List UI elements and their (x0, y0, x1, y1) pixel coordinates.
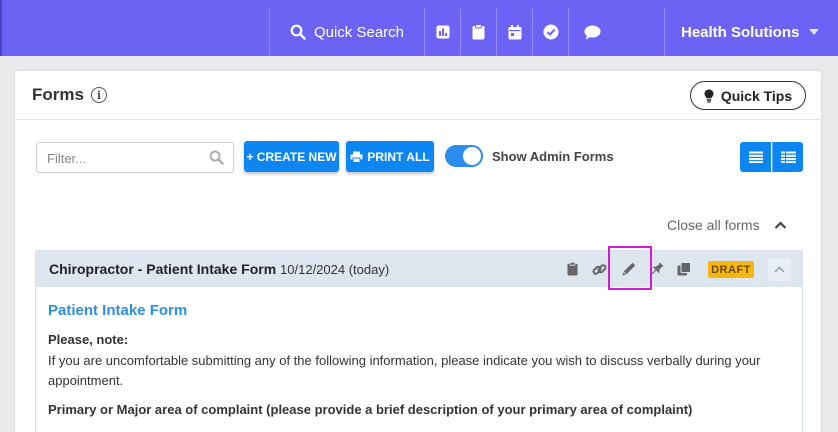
messages-nav-button[interactable] (568, 8, 616, 56)
organization-menu[interactable]: Health Solutions (664, 8, 838, 56)
list-icon (748, 151, 763, 163)
link-icon (591, 263, 607, 275)
form-date: 10/12/2024 (today) (280, 262, 390, 277)
note-label: Please, note: (48, 332, 129, 347)
printer-icon (350, 151, 363, 163)
quick-search-label: Quick Search (313, 23, 405, 41)
chevron-up-icon (774, 266, 785, 273)
list-view-button[interactable] (740, 142, 771, 172)
quick-tips-label: Quick Tips (720, 87, 793, 104)
reports-nav-button[interactable] (424, 8, 460, 56)
clipboard-icon (567, 262, 577, 276)
chevron-up-icon (774, 221, 786, 229)
card-header: Forms i Quick Tips (15, 71, 821, 120)
chat-icon (584, 25, 601, 39)
status-badge: DRAFT (708, 261, 754, 278)
close-all-label: Close all forms (667, 217, 760, 233)
duplicate-form-button[interactable] (675, 260, 693, 278)
toggle-knob (463, 147, 481, 165)
pin-icon (651, 262, 664, 275)
copy-link-button[interactable] (590, 260, 608, 278)
view-toggle-group (740, 142, 803, 172)
table-view-button[interactable] (772, 142, 803, 172)
check-circle-icon (543, 24, 558, 40)
organization-name: Health Solutions (681, 23, 800, 41)
quick-search-button[interactable]: Quick Search (269, 8, 424, 56)
collapse-form-button[interactable] (768, 258, 791, 281)
form-name: Chiropractor - Patient Intake Form (49, 261, 277, 277)
form-panel-title: Chiropractor - Patient Intake Form 10/12… (49, 261, 389, 277)
filter-input[interactable] (37, 143, 197, 174)
navbar-edge (0, 0, 2, 56)
clipboard-action-button[interactable] (563, 260, 581, 278)
print-all-label: PRINT ALL (367, 149, 430, 164)
info-icon[interactable]: i (90, 87, 107, 103)
page-title-text: Forms (32, 85, 84, 104)
edit-highlight-box (608, 246, 652, 290)
search-icon (209, 150, 224, 165)
show-admin-label: Show Admin Forms (492, 149, 614, 164)
chevron-down-icon (809, 29, 820, 35)
complaint-question: Primary or Major area of complaint (plea… (48, 402, 693, 417)
tasks-nav-button[interactable] (532, 8, 568, 56)
calendar-icon (508, 24, 521, 39)
quick-tips-button[interactable]: Quick Tips (690, 81, 806, 110)
page-title: Forms i (32, 85, 107, 105)
close-all-forms-link[interactable]: Close all forms (667, 217, 787, 233)
create-new-button[interactable]: + CREATE NEW (244, 141, 339, 172)
lightbulb-icon (704, 89, 714, 103)
table-icon (780, 151, 796, 163)
show-admin-toggle[interactable] (445, 145, 483, 167)
form-heading: Patient Intake Form (48, 302, 188, 319)
print-all-button[interactable]: PRINT ALL (346, 141, 434, 172)
form-panel-header[interactable]: Chiropractor - Patient Intake Form 10/12… (36, 246, 802, 290)
note-text: If you are uncomfortable submitting any … (48, 353, 761, 388)
copy-icon (677, 262, 691, 276)
report-icon (436, 25, 449, 39)
calendar-nav-button[interactable] (496, 8, 532, 56)
search-icon (290, 24, 306, 40)
form-panel: Chiropractor - Patient Intake Form 10/12… (35, 246, 803, 432)
clipboard-icon (472, 24, 485, 40)
clipboard-nav-button[interactable] (460, 8, 496, 56)
forms-card: Forms i Quick Tips + CREATE NEW PRINT AL… (14, 70, 822, 432)
create-new-label: + CREATE NEW (246, 149, 337, 164)
top-navbar: Quick Search Health Solutions (0, 0, 838, 56)
filter-field[interactable] (36, 142, 234, 174)
